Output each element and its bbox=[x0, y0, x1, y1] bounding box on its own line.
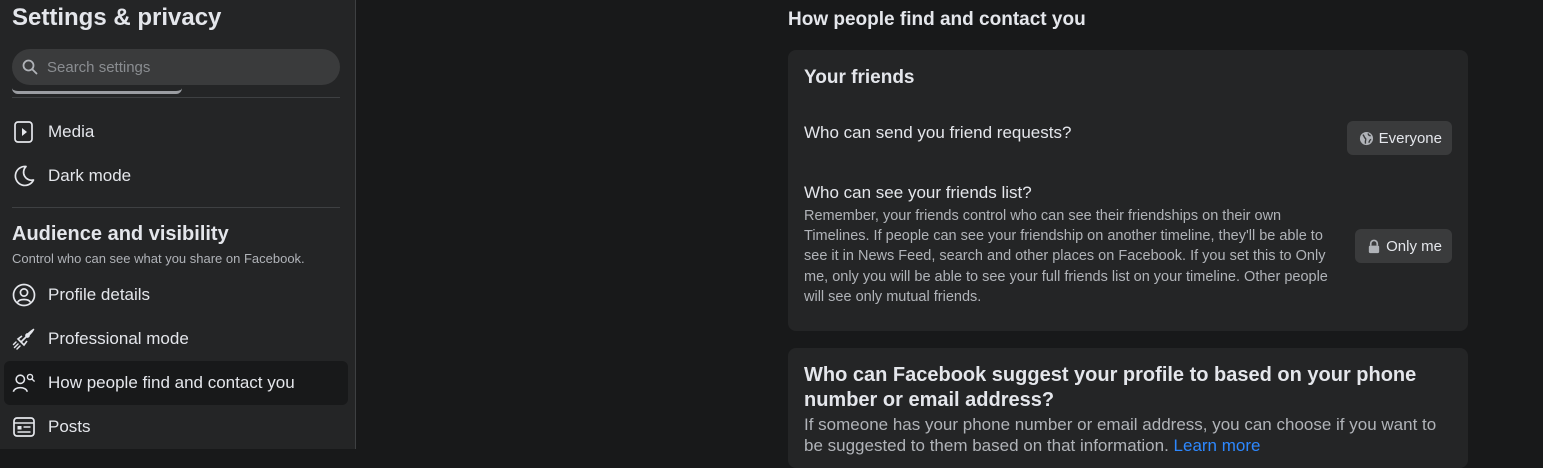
suggest-profile-card: Who can Facebook suggest your profile to… bbox=[788, 348, 1468, 468]
divider bbox=[12, 97, 340, 98]
settings-sidebar: Settings & privacy Media Dark mode Audie… bbox=[0, 0, 356, 449]
sidebar-title: Settings & privacy bbox=[12, 4, 222, 31]
search-settings-box[interactable] bbox=[12, 49, 340, 85]
lock-icon bbox=[1367, 239, 1381, 254]
search-settings-input[interactable] bbox=[45, 57, 315, 77]
page-title: How people find and contact you bbox=[788, 9, 1086, 30]
search-icon bbox=[22, 59, 38, 75]
moon-icon bbox=[12, 164, 36, 188]
sidebar-item-label: How people find and contact you bbox=[48, 373, 295, 392]
card-title: Who can Facebook suggest your profile to… bbox=[804, 364, 1417, 411]
card-title: Your friends bbox=[804, 67, 915, 88]
friends-list-question: Who can see your friends list? bbox=[804, 183, 1032, 202]
sidebar-item-label: Profile details bbox=[48, 285, 151, 304]
sidebar-item-posts[interactable]: Posts bbox=[4, 405, 348, 449]
audience-label: Everyone bbox=[1378, 129, 1442, 147]
rocket-icon bbox=[12, 327, 36, 351]
posts-icon bbox=[12, 415, 36, 439]
section-subtitle: Control who can see what you share on Fa… bbox=[12, 251, 305, 266]
media-icon bbox=[12, 120, 36, 144]
sidebar-item-professional-mode[interactable]: Professional mode bbox=[4, 317, 348, 361]
your-friends-card: Your friends Who can send you friend req… bbox=[788, 50, 1468, 331]
sidebar-item-label: Media bbox=[48, 122, 95, 141]
sidebar-item-label: Dark mode bbox=[48, 166, 132, 185]
people-search-icon bbox=[12, 371, 36, 395]
suggest-description: If someone has your phone number or emai… bbox=[804, 414, 1454, 456]
friends-list-audience-button[interactable]: Only me bbox=[1355, 229, 1452, 263]
globe-icon bbox=[1359, 131, 1374, 146]
sidebar-item-label: Posts bbox=[48, 417, 91, 436]
user-circle-icon bbox=[12, 283, 36, 307]
learn-more-link[interactable]: Learn more bbox=[1174, 436, 1261, 455]
friends-list-description: Remember, your friends control who can s… bbox=[804, 208, 1328, 305]
audience-label: Only me bbox=[1386, 237, 1442, 255]
section-title: Audience and visibility bbox=[12, 223, 229, 245]
friend-requests-audience-button[interactable]: Everyone bbox=[1346, 121, 1452, 155]
friend-requests-question: Who can send you friend requests? bbox=[804, 123, 1072, 142]
sidebar-item-media[interactable]: Media bbox=[4, 110, 348, 154]
sidebar-item-label: Professional mode bbox=[48, 329, 189, 348]
sidebar-item-dark-mode[interactable]: Dark mode bbox=[4, 154, 348, 198]
suggest-description-text: If someone has your phone number or emai… bbox=[804, 415, 1437, 455]
sidebar-item-how-people-find-you[interactable]: How people find and contact you bbox=[4, 361, 348, 405]
divider bbox=[12, 207, 340, 208]
sidebar-item-profile-details[interactable]: Profile details bbox=[4, 273, 348, 317]
